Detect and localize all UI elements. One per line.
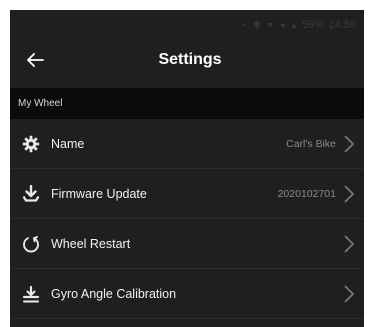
status-bar: ▪ ✱ ▾ ◂ ▴ 59% 14:59: [10, 10, 364, 40]
status-time: 14:59: [328, 19, 356, 31]
settings-row-wheel-restart[interactable]: Wheel Restart: [10, 219, 364, 269]
calibration-icon: [20, 283, 42, 305]
page-title: Settings: [158, 51, 222, 68]
download-icon: [20, 183, 42, 205]
section-header-my-wheel: My Wheel: [10, 88, 364, 119]
settings-screen: ▪ ✱ ▾ ◂ ▴ 59% 14:59 Settings My Wheel Na…: [10, 10, 364, 327]
arrow-left-icon: [27, 53, 44, 67]
chevron-right-icon: [344, 234, 355, 253]
settings-row-name[interactable]: Name Carl's Bike: [10, 119, 364, 169]
app-bar: Settings: [10, 40, 364, 80]
chevron-right-icon: [344, 134, 355, 153]
status-icons: ▪ ✱ ▾ ◂ ▴: [242, 19, 299, 31]
settings-row-label: Name: [51, 136, 85, 151]
settings-row-gyro-angle-calibration[interactable]: Gyro Angle Calibration: [10, 269, 364, 319]
battery-level: 59%: [302, 19, 325, 31]
settings-row-value: 2020102701: [277, 187, 336, 200]
back-button[interactable]: [20, 46, 50, 74]
chevron-right-icon: [344, 184, 355, 203]
gear-icon: [20, 133, 42, 155]
settings-row-label: Wheel Restart: [51, 236, 131, 251]
restart-icon: [20, 233, 42, 255]
settings-row-label: Firmware Update: [51, 186, 147, 201]
settings-row-value: Carl's Bike: [286, 137, 336, 150]
settings-row-label: Gyro Angle Calibration: [51, 286, 177, 301]
settings-row-firmware-update[interactable]: Firmware Update 2020102701: [10, 169, 364, 219]
chevron-right-icon: [344, 284, 355, 303]
